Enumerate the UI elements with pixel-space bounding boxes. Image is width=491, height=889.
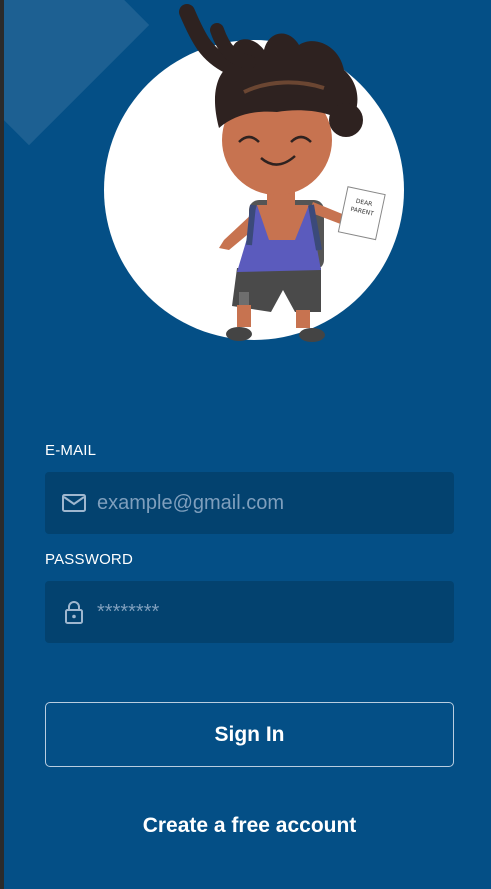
hair-bun [329,103,363,137]
password-field[interactable]: ******** [45,581,454,643]
hero-illustration: DEAR PARENT [104,4,404,342]
email-label: E-MAIL [45,442,97,459]
lock-icon [65,601,83,624]
login-screen: DEAR PARENT E-MAIL example@gmail.com PAS… [4,0,491,889]
left-shoe [226,327,252,341]
sign-in-button[interactable]: Sign In [45,702,454,767]
email-placeholder: example@gmail.com [97,492,285,514]
password-placeholder: ******** [97,601,160,623]
email-field[interactable]: example@gmail.com [45,472,454,534]
right-shoe [299,328,325,342]
create-account-link[interactable]: Create a free account [45,808,454,844]
envelope-icon [62,494,86,512]
password-label: PASSWORD [45,551,133,568]
